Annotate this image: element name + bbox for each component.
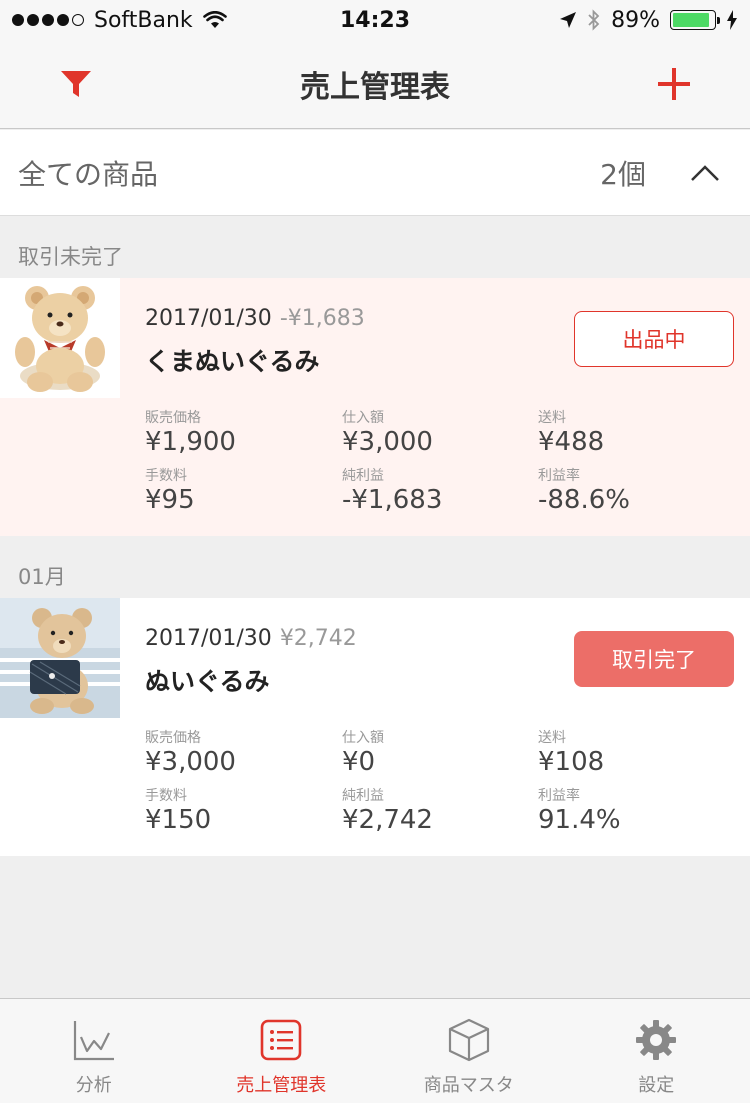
stat-shipping: 送料 ¥108 bbox=[538, 730, 728, 778]
gear-icon bbox=[636, 1020, 677, 1060]
battery-icon bbox=[670, 10, 720, 30]
stat-value: ¥3,000 bbox=[342, 427, 433, 457]
battery-percent: 89% bbox=[611, 7, 660, 33]
profit-text: -¥1,683 bbox=[279, 306, 365, 331]
tab-label: 売上管理表 bbox=[236, 1075, 327, 1096]
date-text: 2017/01/30 bbox=[145, 626, 272, 651]
stat-sale-price: 販売価格 ¥3,000 bbox=[145, 730, 335, 778]
status-bar: SoftBank 14:23 89% bbox=[0, 0, 750, 40]
stat-value: 91.4% bbox=[538, 805, 621, 835]
stat-label: 販売価格 bbox=[145, 730, 201, 746]
product-name: ぬいぐるみ bbox=[145, 667, 270, 696]
section-header-month: 01月 bbox=[18, 565, 66, 589]
tab-settings[interactable]: 設定 bbox=[563, 999, 750, 1103]
stat-value: -88.6% bbox=[538, 485, 630, 515]
stat-value: ¥2,742 bbox=[342, 805, 433, 835]
tab-bar: 分析 売上管理表 商品マスタ 設定 bbox=[0, 998, 750, 1103]
page-title: 売上管理表 bbox=[300, 70, 450, 105]
wifi-icon bbox=[202, 11, 227, 28]
tab-label: 設定 bbox=[638, 1075, 675, 1096]
status-button-completed[interactable]: 取引完了 bbox=[574, 631, 734, 687]
chevron-up-icon[interactable] bbox=[690, 163, 720, 183]
stat-net-profit: 純利益 ¥2,742 bbox=[342, 788, 532, 836]
stat-label: 手数料 bbox=[145, 788, 187, 804]
chart-icon bbox=[73, 1021, 114, 1061]
box-icon bbox=[448, 1018, 489, 1062]
list-icon bbox=[260, 1019, 302, 1061]
teddy-bear-bag-image bbox=[0, 598, 120, 718]
stat-label: 販売価格 bbox=[145, 410, 201, 426]
stat-profit-rate: 利益率 91.4% bbox=[538, 788, 728, 836]
carrier-label: SoftBank bbox=[94, 7, 193, 33]
stat-value: -¥1,683 bbox=[342, 485, 443, 515]
stat-purchase-cost: 仕入額 ¥3,000 bbox=[342, 410, 532, 458]
status-button-listed[interactable]: 出品中 bbox=[574, 311, 734, 367]
sale-card[interactable]: 2017/01/30 ¥2,742 ぬいぐるみ 取引完了 販売価格 ¥3,000 … bbox=[0, 598, 750, 856]
filter-icon[interactable] bbox=[58, 68, 94, 100]
stat-label: 仕入額 bbox=[342, 410, 384, 426]
stat-net-profit: 純利益 -¥1,683 bbox=[342, 468, 532, 516]
product-thumbnail bbox=[0, 278, 120, 398]
stat-fee: 手数料 ¥95 bbox=[145, 468, 335, 516]
stat-label: 純利益 bbox=[342, 788, 384, 804]
bluetooth-icon bbox=[588, 9, 600, 31]
stat-shipping: 送料 ¥488 bbox=[538, 410, 728, 458]
tab-label: 分析 bbox=[75, 1075, 112, 1096]
teddy-bear-image bbox=[0, 278, 120, 398]
location-arrow-icon bbox=[560, 12, 577, 28]
tab-product-master[interactable]: 商品マスタ bbox=[375, 999, 563, 1103]
stat-value: ¥95 bbox=[145, 485, 195, 515]
date-text: 2017/01/30 bbox=[145, 306, 272, 331]
tab-sales-sheet[interactable]: 売上管理表 bbox=[188, 999, 376, 1103]
stat-value: ¥488 bbox=[538, 427, 605, 457]
stat-label: 純利益 bbox=[342, 468, 384, 484]
sale-date: 2017/01/30 ¥2,742 bbox=[145, 626, 357, 651]
tab-label: 商品マスタ bbox=[423, 1075, 514, 1096]
stat-value: ¥3,000 bbox=[145, 747, 236, 777]
stat-label: 利益率 bbox=[538, 788, 580, 804]
stat-fee: 手数料 ¥150 bbox=[145, 788, 335, 836]
stat-value: ¥0 bbox=[342, 747, 376, 777]
signal-strength-icon bbox=[12, 14, 84, 26]
charging-icon bbox=[727, 10, 737, 30]
stat-value: ¥108 bbox=[538, 747, 605, 777]
sale-card[interactable]: 2017/01/30 -¥1,683 くまぬいぐるみ 出品中 販売価格 ¥1,90… bbox=[0, 278, 750, 536]
stat-label: 仕入額 bbox=[342, 730, 384, 746]
stat-value: ¥1,900 bbox=[145, 427, 236, 457]
stat-value: ¥150 bbox=[145, 805, 212, 835]
stat-label: 手数料 bbox=[145, 468, 187, 484]
profit-text: ¥2,742 bbox=[279, 626, 357, 651]
navigation-bar: 売上管理表 bbox=[0, 40, 750, 129]
stat-label: 送料 bbox=[538, 730, 566, 746]
item-count: 2個 bbox=[600, 157, 646, 191]
stat-sale-price: 販売価格 ¥1,900 bbox=[145, 410, 335, 458]
section-header-pending: 取引未完了 bbox=[18, 245, 123, 269]
stat-label: 送料 bbox=[538, 410, 566, 426]
filter-label: 全ての商品 bbox=[18, 157, 159, 191]
sale-date: 2017/01/30 -¥1,683 bbox=[145, 306, 365, 331]
product-filter-row[interactable]: 全ての商品 2個 bbox=[0, 130, 750, 216]
product-thumbnail bbox=[0, 598, 120, 718]
tab-analysis[interactable]: 分析 bbox=[0, 999, 188, 1103]
stat-purchase-cost: 仕入額 ¥0 bbox=[342, 730, 532, 778]
stat-profit-rate: 利益率 -88.6% bbox=[538, 468, 728, 516]
stat-label: 利益率 bbox=[538, 468, 580, 484]
add-icon[interactable] bbox=[656, 66, 692, 102]
product-name: くまぬいぐるみ bbox=[145, 347, 320, 376]
